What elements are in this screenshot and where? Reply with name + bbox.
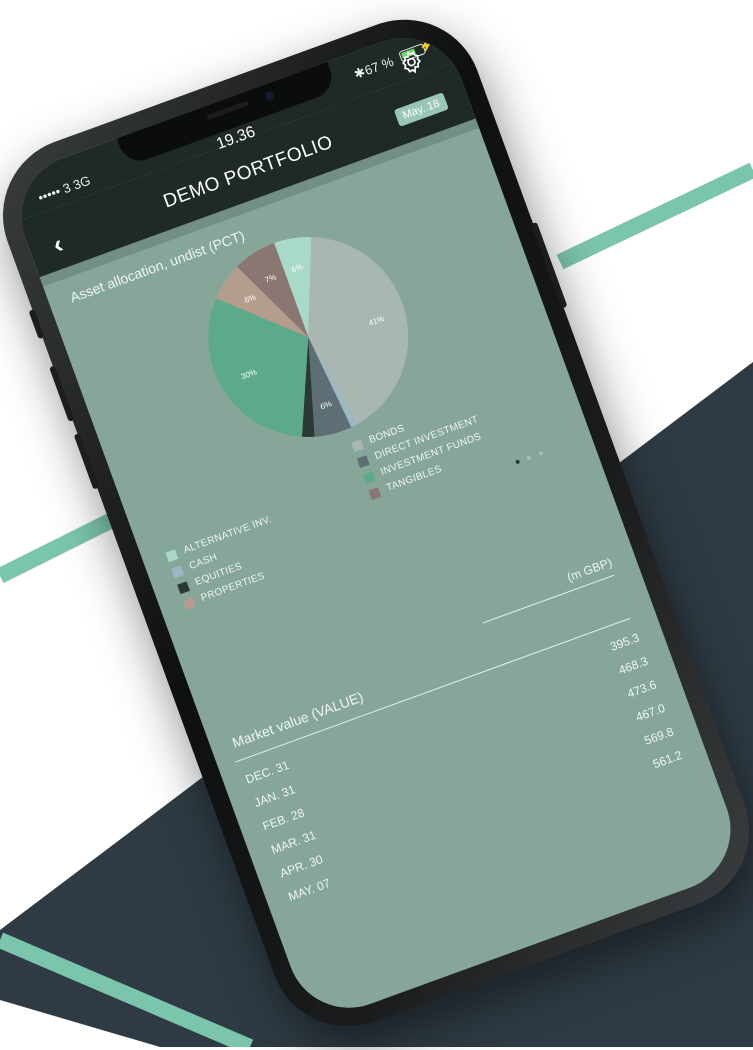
legend-swatch [182,596,196,610]
row-value: 468.3 [616,653,650,678]
row-value: 569.8 [642,724,676,748]
legend-swatch [176,580,190,594]
unit-label: (m GBP) [565,555,614,585]
accent-stripe-right [556,162,753,270]
legend-swatch [362,470,376,484]
row-value: 467.0 [633,700,667,725]
row-date: DEC. 31 [243,757,292,787]
legend-swatch [165,548,179,562]
page-dot[interactable] [515,459,521,465]
unit-divider [482,574,615,624]
page-indicator[interactable] [512,441,549,469]
row-value: 561.2 [650,747,684,772]
front-camera [264,90,276,102]
legend-left: ALTERNATIVE INV. CASH EQUITIES PROPERTIE… [164,511,292,613]
speaker-grille [206,100,250,121]
row-value: 395.3 [608,630,642,654]
legend-swatch [368,486,382,500]
page-dot[interactable] [526,455,532,461]
row-value: 473.6 [625,677,659,701]
legend-swatch [350,438,364,452]
legend-swatch [356,454,370,468]
legend-swatch [171,564,184,578]
page-dot[interactable] [538,450,544,456]
